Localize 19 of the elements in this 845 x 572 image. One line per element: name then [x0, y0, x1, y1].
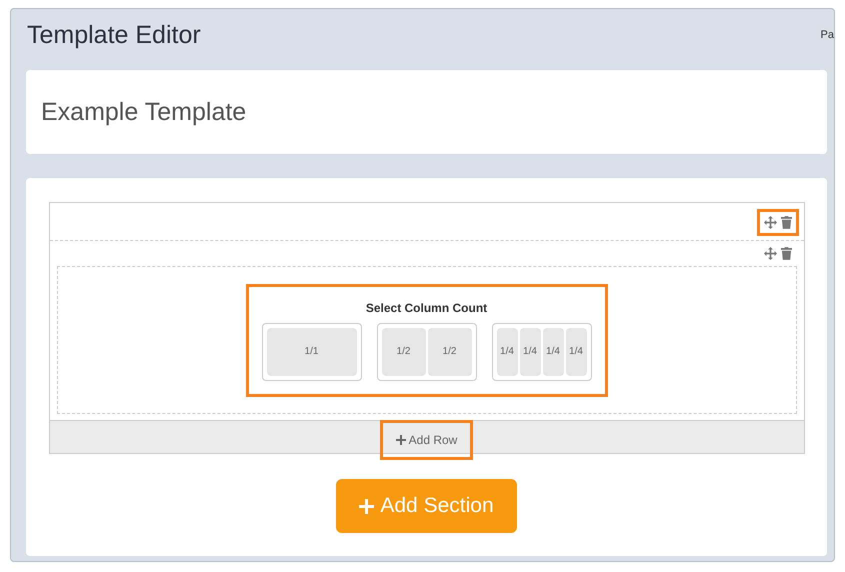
column-part: 1/4 [520, 328, 540, 376]
column-option[interactable]: 1/4 1/4 1/4 1/4 [492, 322, 592, 380]
trash-icon[interactable] [780, 247, 792, 260]
column-part: 1/4 [496, 328, 518, 376]
page-title: Template Editor [27, 20, 201, 51]
column-part: 1/2 [382, 328, 426, 376]
plus-icon [359, 498, 374, 514]
column-part: 1/4 [542, 328, 564, 376]
trash-icon[interactable] [780, 216, 792, 228]
plus-icon [396, 435, 406, 445]
column-part: 1/2 [428, 328, 472, 376]
add-row-button[interactable]: Add Row [380, 420, 474, 460]
template-name-field[interactable]: Example Template [26, 70, 827, 154]
move-icon[interactable] [764, 247, 776, 260]
column-part: 1/4 [566, 328, 586, 376]
move-icon[interactable] [764, 216, 776, 228]
column-option[interactable]: 1/2 1/2 [376, 322, 476, 380]
selector-title: Select Column Count [366, 300, 488, 316]
clipped-label: Pa [820, 28, 834, 43]
